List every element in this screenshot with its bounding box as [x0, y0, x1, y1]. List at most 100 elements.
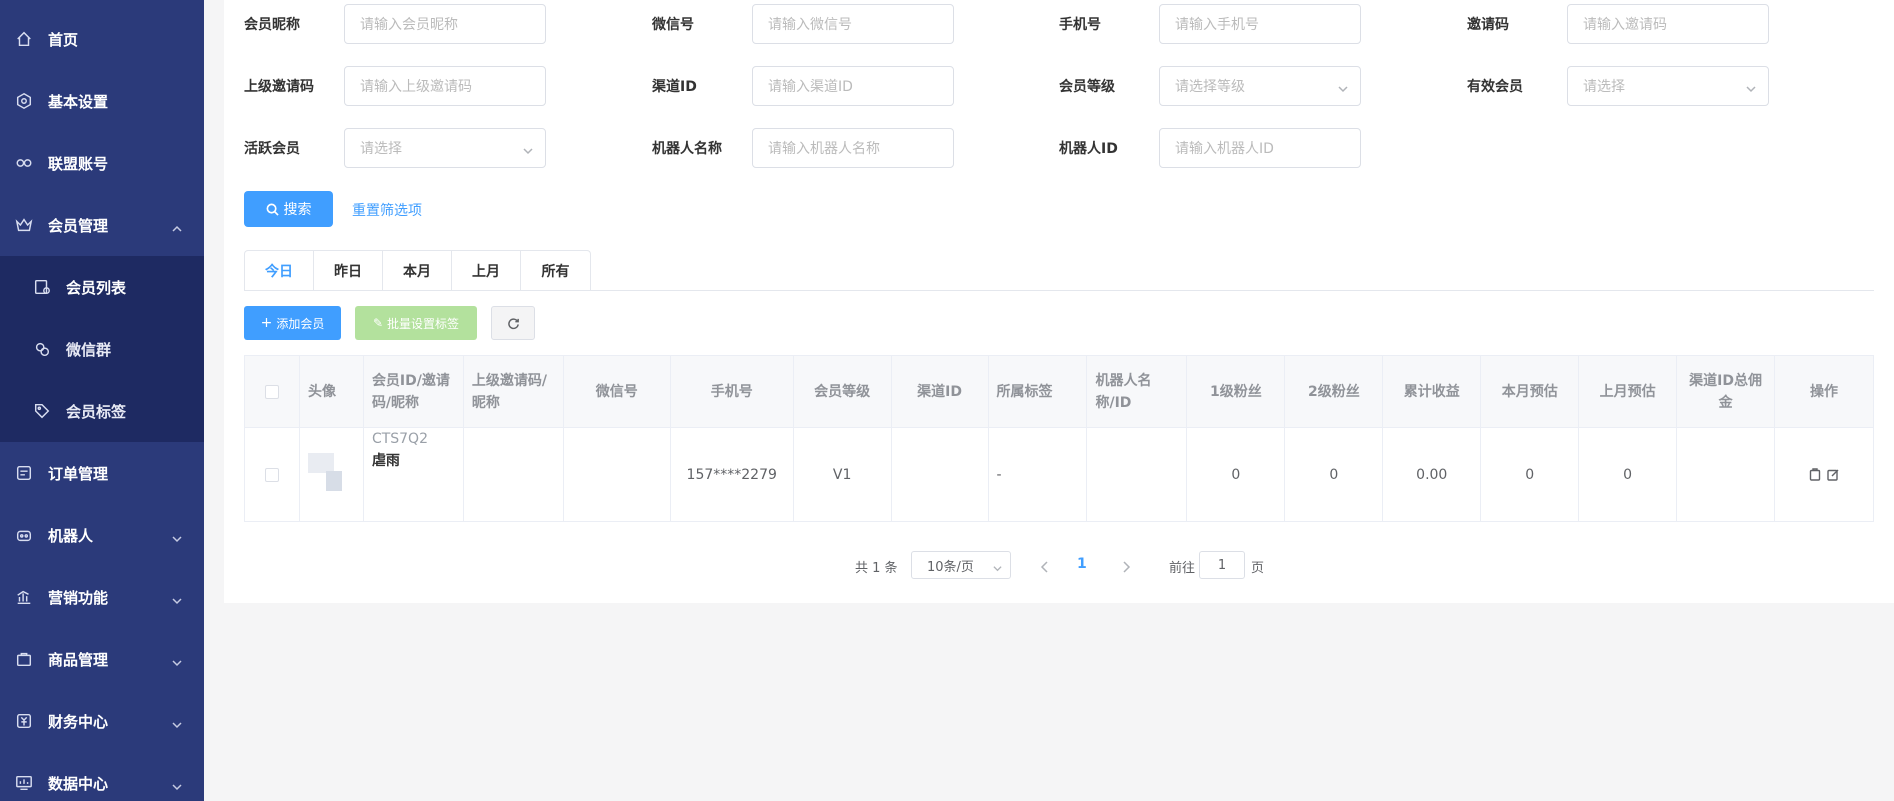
tag-icon — [32, 401, 52, 421]
chevron-left-icon — [1040, 561, 1048, 573]
sidebar-item-label: 财务中心 — [48, 712, 109, 731]
placeholder: 请选择 — [360, 141, 402, 157]
chevron-down-icon — [172, 530, 182, 543]
sidebar-item-finance[interactable]: 财务中心 — [0, 690, 204, 752]
row-checkbox[interactable] — [264, 467, 279, 482]
filter-label: 上级邀请码 — [244, 79, 314, 95]
sidebar-item-alliance[interactable]: 联盟账号 — [0, 132, 204, 194]
channel-cell — [892, 428, 989, 521]
search-icon — [266, 203, 279, 216]
current-page[interactable]: 1 — [1077, 556, 1087, 572]
monitor-icon — [14, 773, 34, 793]
parent-invite-input[interactable]: 请输入上级邀请码 — [344, 66, 546, 106]
edit-icon[interactable] — [1827, 468, 1839, 481]
filter-label: 有效会员 — [1467, 79, 1523, 95]
sidebar-item-robot[interactable]: 机器人 — [0, 504, 204, 566]
order-icon — [14, 463, 34, 483]
column-header: 会员ID/邀请码/昵称 — [364, 356, 464, 427]
chart-icon — [14, 587, 34, 607]
link-icon — [14, 153, 34, 173]
add-member-button[interactable]: + 添加会员 — [244, 306, 341, 340]
pagination-total: 共 1 条 — [855, 561, 898, 576]
total-income-cell: 0.00 — [1383, 428, 1482, 521]
sidebar-item-home[interactable]: 首页 — [0, 8, 204, 70]
goto-unit: 页 — [1251, 561, 1265, 576]
invite-code-input[interactable]: 请输入邀请码 — [1567, 4, 1769, 44]
page-size-select[interactable]: 10条/页 — [911, 551, 1011, 579]
column-header: 上级邀请码/昵称 — [464, 356, 564, 427]
sidebar-item-marketing[interactable]: 营销功能 — [0, 566, 204, 628]
robot-name-input[interactable]: 请输入机器人名称 — [752, 128, 954, 168]
next-page-button[interactable] — [1121, 558, 1131, 573]
sidebar-item-label: 首页 — [48, 30, 79, 49]
robot-id-input[interactable]: 请输入机器人ID — [1159, 128, 1361, 168]
column-header: 上月预估 — [1579, 356, 1678, 427]
column-header: 1级粉丝 — [1187, 356, 1286, 427]
column-header: 手机号 — [671, 356, 794, 427]
sidebar-item-goods[interactable]: 商品管理 — [0, 628, 204, 690]
phone-input[interactable]: 请输入手机号 — [1159, 4, 1361, 44]
sidebar-item-data[interactable]: 数据中心 — [0, 752, 204, 801]
avatar — [307, 452, 352, 497]
table-row: CTS7Q2 虐雨 157****2279 V1 - 0 0 0.00 0 0 — [245, 428, 1873, 521]
member-table: 头像 会员ID/邀请码/昵称 上级邀请码/昵称 微信号 手机号 会员等级 渠道I… — [244, 355, 1874, 522]
chevron-up-icon — [172, 220, 182, 232]
filter-label: 手机号 — [1059, 17, 1101, 33]
column-header: 微信号 — [564, 356, 671, 427]
column-header: 机器人名称/ID — [1087, 356, 1188, 427]
settings-icon — [14, 91, 34, 111]
sidebar-item-label: 联盟账号 — [48, 154, 109, 173]
member-id-code: CTS7Q2 — [371, 431, 428, 447]
tab-this-month[interactable]: 本月 — [383, 251, 452, 291]
sidebar-item-member[interactable]: 会员管理 — [0, 194, 204, 256]
sidebar-item-label: 数据中心 — [48, 774, 109, 793]
placeholder: 请输入机器人ID — [1175, 141, 1274, 157]
chevron-down-icon — [172, 654, 182, 667]
column-header: 本月预估 — [1481, 356, 1580, 427]
placeholder: 请输入渠道ID — [768, 79, 853, 95]
goods-icon — [14, 649, 34, 669]
active-member-select[interactable]: 请选择 — [344, 128, 546, 168]
tab-yesterday[interactable]: 昨日 — [314, 251, 383, 291]
chevron-down-icon — [1338, 82, 1348, 93]
column-header: 累计收益 — [1383, 356, 1482, 427]
placeholder: 请选择 — [1583, 79, 1625, 95]
valid-member-select[interactable]: 请选择 — [1567, 66, 1769, 106]
batch-tag-label: 批量设置标签 — [387, 316, 460, 331]
prev-page-button[interactable] — [1040, 558, 1050, 573]
row-select-cell — [245, 428, 300, 521]
chevron-down-icon — [172, 716, 182, 729]
chevron-down-icon — [172, 778, 182, 791]
channel-id-input[interactable]: 请输入渠道ID — [752, 66, 954, 106]
batch-tag-button[interactable]: ✎ 批量设置标签 — [355, 306, 477, 340]
sidebar-item-member-list[interactable]: 会员列表 — [0, 256, 204, 318]
reset-filters-link[interactable]: 重置筛选项 — [352, 200, 422, 220]
sidebar-item-order[interactable]: 订单管理 — [0, 442, 204, 504]
filter-label: 渠道ID — [652, 79, 697, 95]
wechat-cell — [564, 428, 671, 521]
wechat-input[interactable]: 请输入微信号 — [752, 4, 954, 44]
goto-page-input[interactable]: 1 — [1199, 551, 1245, 579]
tag-cell: - — [989, 428, 1088, 521]
sidebar-item-member-tag[interactable]: 会员标签 — [0, 380, 204, 442]
search-button[interactable]: 搜索 — [244, 191, 333, 227]
tab-divider — [244, 290, 1874, 291]
placeholder: 请输入会员昵称 — [360, 17, 458, 33]
tab-last-month[interactable]: 上月 — [452, 251, 521, 291]
crown-icon — [14, 215, 34, 235]
sidebar-item-settings[interactable]: 基本设置 — [0, 70, 204, 132]
wechat-group-icon — [32, 339, 52, 359]
select-all-cell — [245, 356, 300, 427]
sidebar-item-wechat-group[interactable]: 微信群 — [0, 318, 204, 380]
select-all-checkbox[interactable] — [264, 384, 279, 399]
clipboard-icon[interactable] — [1809, 468, 1821, 481]
refresh-button[interactable] — [491, 306, 535, 340]
chevron-down-icon — [993, 562, 1002, 572]
member-level-select[interactable]: 请选择等级 — [1159, 66, 1361, 106]
tab-today[interactable]: 今日 — [245, 251, 314, 291]
member-id-cell: CTS7Q2 虐雨 — [364, 428, 464, 521]
column-header: 渠道ID — [892, 356, 989, 427]
tab-all[interactable]: 所有 — [521, 251, 590, 291]
nickname-input[interactable]: 请输入会员昵称 — [344, 4, 546, 44]
add-member-label: 添加会员 — [276, 316, 325, 331]
